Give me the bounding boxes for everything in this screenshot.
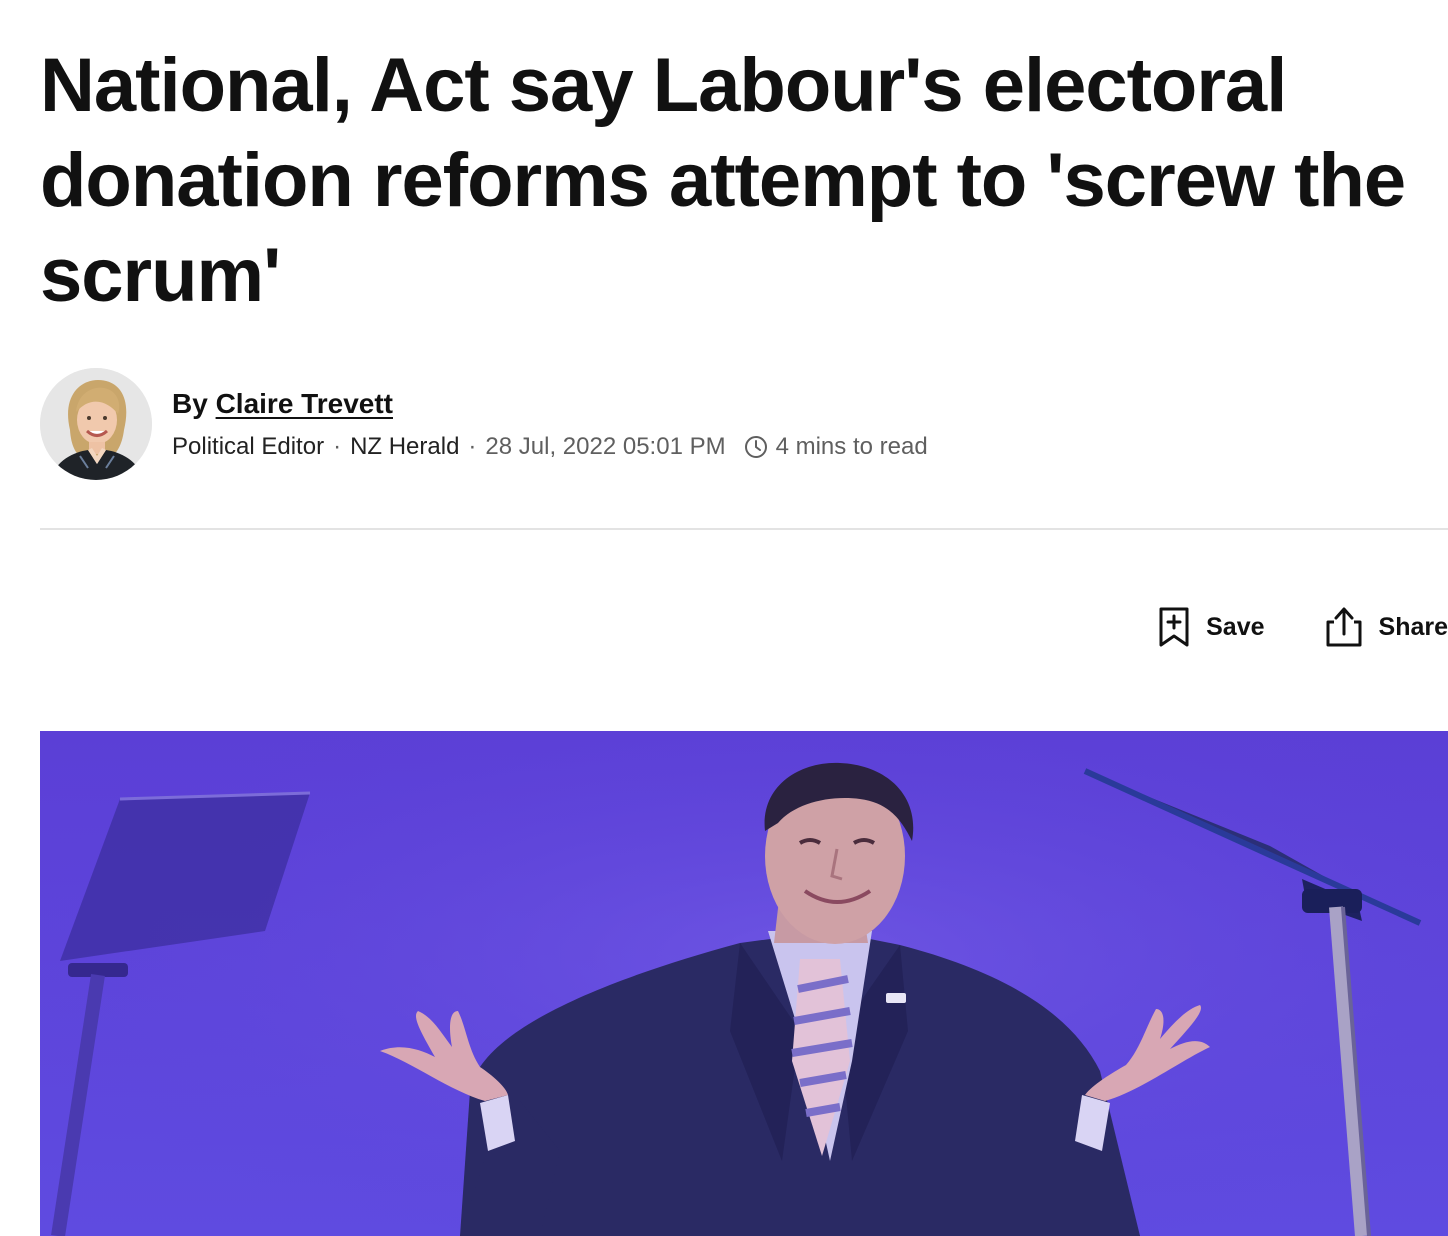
save-label: Save [1206,612,1265,641]
article: National, Act say Labour's electoral don… [40,0,1448,1236]
share-button[interactable]: Share [1325,606,1448,648]
read-time: 4 mins to read [775,433,928,460]
publication-name: NZ Herald [350,433,460,460]
by-label: By [172,388,208,419]
author-role: Political Editor [172,433,325,460]
bookmark-plus-icon [1158,606,1190,648]
author-line: By Claire Trevett [172,386,928,422]
author-name-link[interactable]: Claire Trevett [216,388,393,419]
share-icon [1325,606,1363,648]
divider [40,528,1448,530]
hero-image [40,731,1448,1236]
publish-date: 28 Jul, 2022 05:01 PM [485,433,726,460]
author-avatar[interactable] [40,368,152,480]
byline-text: By Claire Trevett Political Editor · NZ … [172,386,928,462]
byline-meta: Political Editor · NZ Herald · 28 Jul, 2… [172,432,928,462]
byline: By Claire Trevett Political Editor · NZ … [40,368,1440,483]
clock-icon [744,435,768,459]
share-label: Share [1378,612,1448,641]
separator: · [468,433,477,460]
save-button[interactable]: Save [1158,606,1265,648]
separator: · [333,433,342,460]
article-headline: National, Act say Labour's electoral don… [40,43,1406,318]
article-actions: Save Share [1158,604,1448,650]
